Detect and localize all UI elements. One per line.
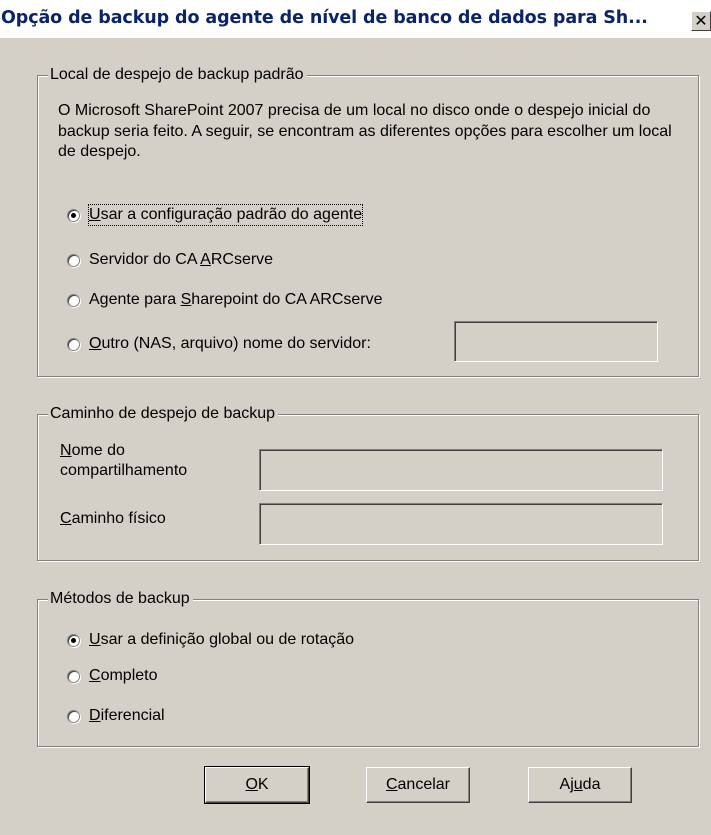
physical-path-label: Caminho físico	[60, 510, 166, 527]
dump-location-legend: Local de despejo de backup padrão	[48, 65, 307, 85]
share-name-input[interactable]	[259, 449, 663, 491]
radio-global-rotation[interactable]: Usar a definição global ou de rotação	[67, 630, 354, 650]
radio-label: Agente para Sharepoint do CA ARCserve	[89, 291, 383, 308]
radio-label: Diferencial	[89, 707, 165, 724]
radio-button[interactable]	[67, 208, 80, 222]
close-button[interactable]: ✕	[691, 11, 711, 31]
share-name-label: Nome do compartilhamento	[60, 442, 188, 479]
radio-button[interactable]	[67, 337, 80, 351]
dump-path-group: Caminho de despejo de backup Nome do com…	[37, 404, 699, 561]
help-button[interactable]: Ajuda	[528, 767, 632, 803]
physical-path-input[interactable]	[259, 503, 663, 545]
close-icon: ✕	[694, 11, 708, 30]
ok-button[interactable]: OK	[204, 766, 310, 804]
radio-label: Outro (NAS, arquivo) nome do servidor:	[89, 335, 371, 352]
radio-full[interactable]: Completo	[67, 666, 157, 686]
radio-button[interactable]	[67, 253, 80, 267]
dump-location-group: Local de despejo de backup padrão O Micr…	[37, 65, 699, 377]
radio-differential[interactable]: Diferencial	[67, 706, 165, 726]
backup-methods-legend: Métodos de backup	[48, 589, 193, 609]
backup-methods-group: Métodos de backup Usar a definição globa…	[37, 589, 699, 747]
radio-arcserve-server[interactable]: Servidor do CA ARCserve	[67, 250, 273, 270]
radio-sharepoint-agent[interactable]: Agente para Sharepoint do CA ARCserve	[67, 290, 383, 310]
radio-button[interactable]	[67, 709, 80, 723]
radio-default-agent-config[interactable]: Usar a configuração padrão do agente	[67, 204, 364, 226]
title-bar: Opção de backup do agente de nível de ba…	[0, 0, 711, 38]
server-name-input[interactable]	[454, 321, 658, 362]
radio-label: Completo	[89, 667, 158, 684]
radio-button[interactable]	[67, 633, 80, 647]
radio-other-nas[interactable]: Outro (NAS, arquivo) nome do servidor:	[67, 334, 371, 354]
radio-label: Usar a configuração padrão do agente	[87, 204, 364, 226]
radio-label: Servidor do CA ARCserve	[89, 251, 274, 268]
radio-label: Usar a definição global ou de rotação	[89, 631, 355, 648]
radio-button[interactable]	[67, 669, 80, 683]
window-title: Opção de backup do agente de nível de ba…	[1, 8, 648, 28]
dump-location-description: O Microsoft SharePoint 2007 precisa de u…	[58, 102, 672, 160]
cancel-button[interactable]: Cancelar	[366, 767, 470, 803]
dump-path-legend: Caminho de despejo de backup	[48, 404, 279, 424]
radio-button[interactable]	[67, 293, 80, 307]
